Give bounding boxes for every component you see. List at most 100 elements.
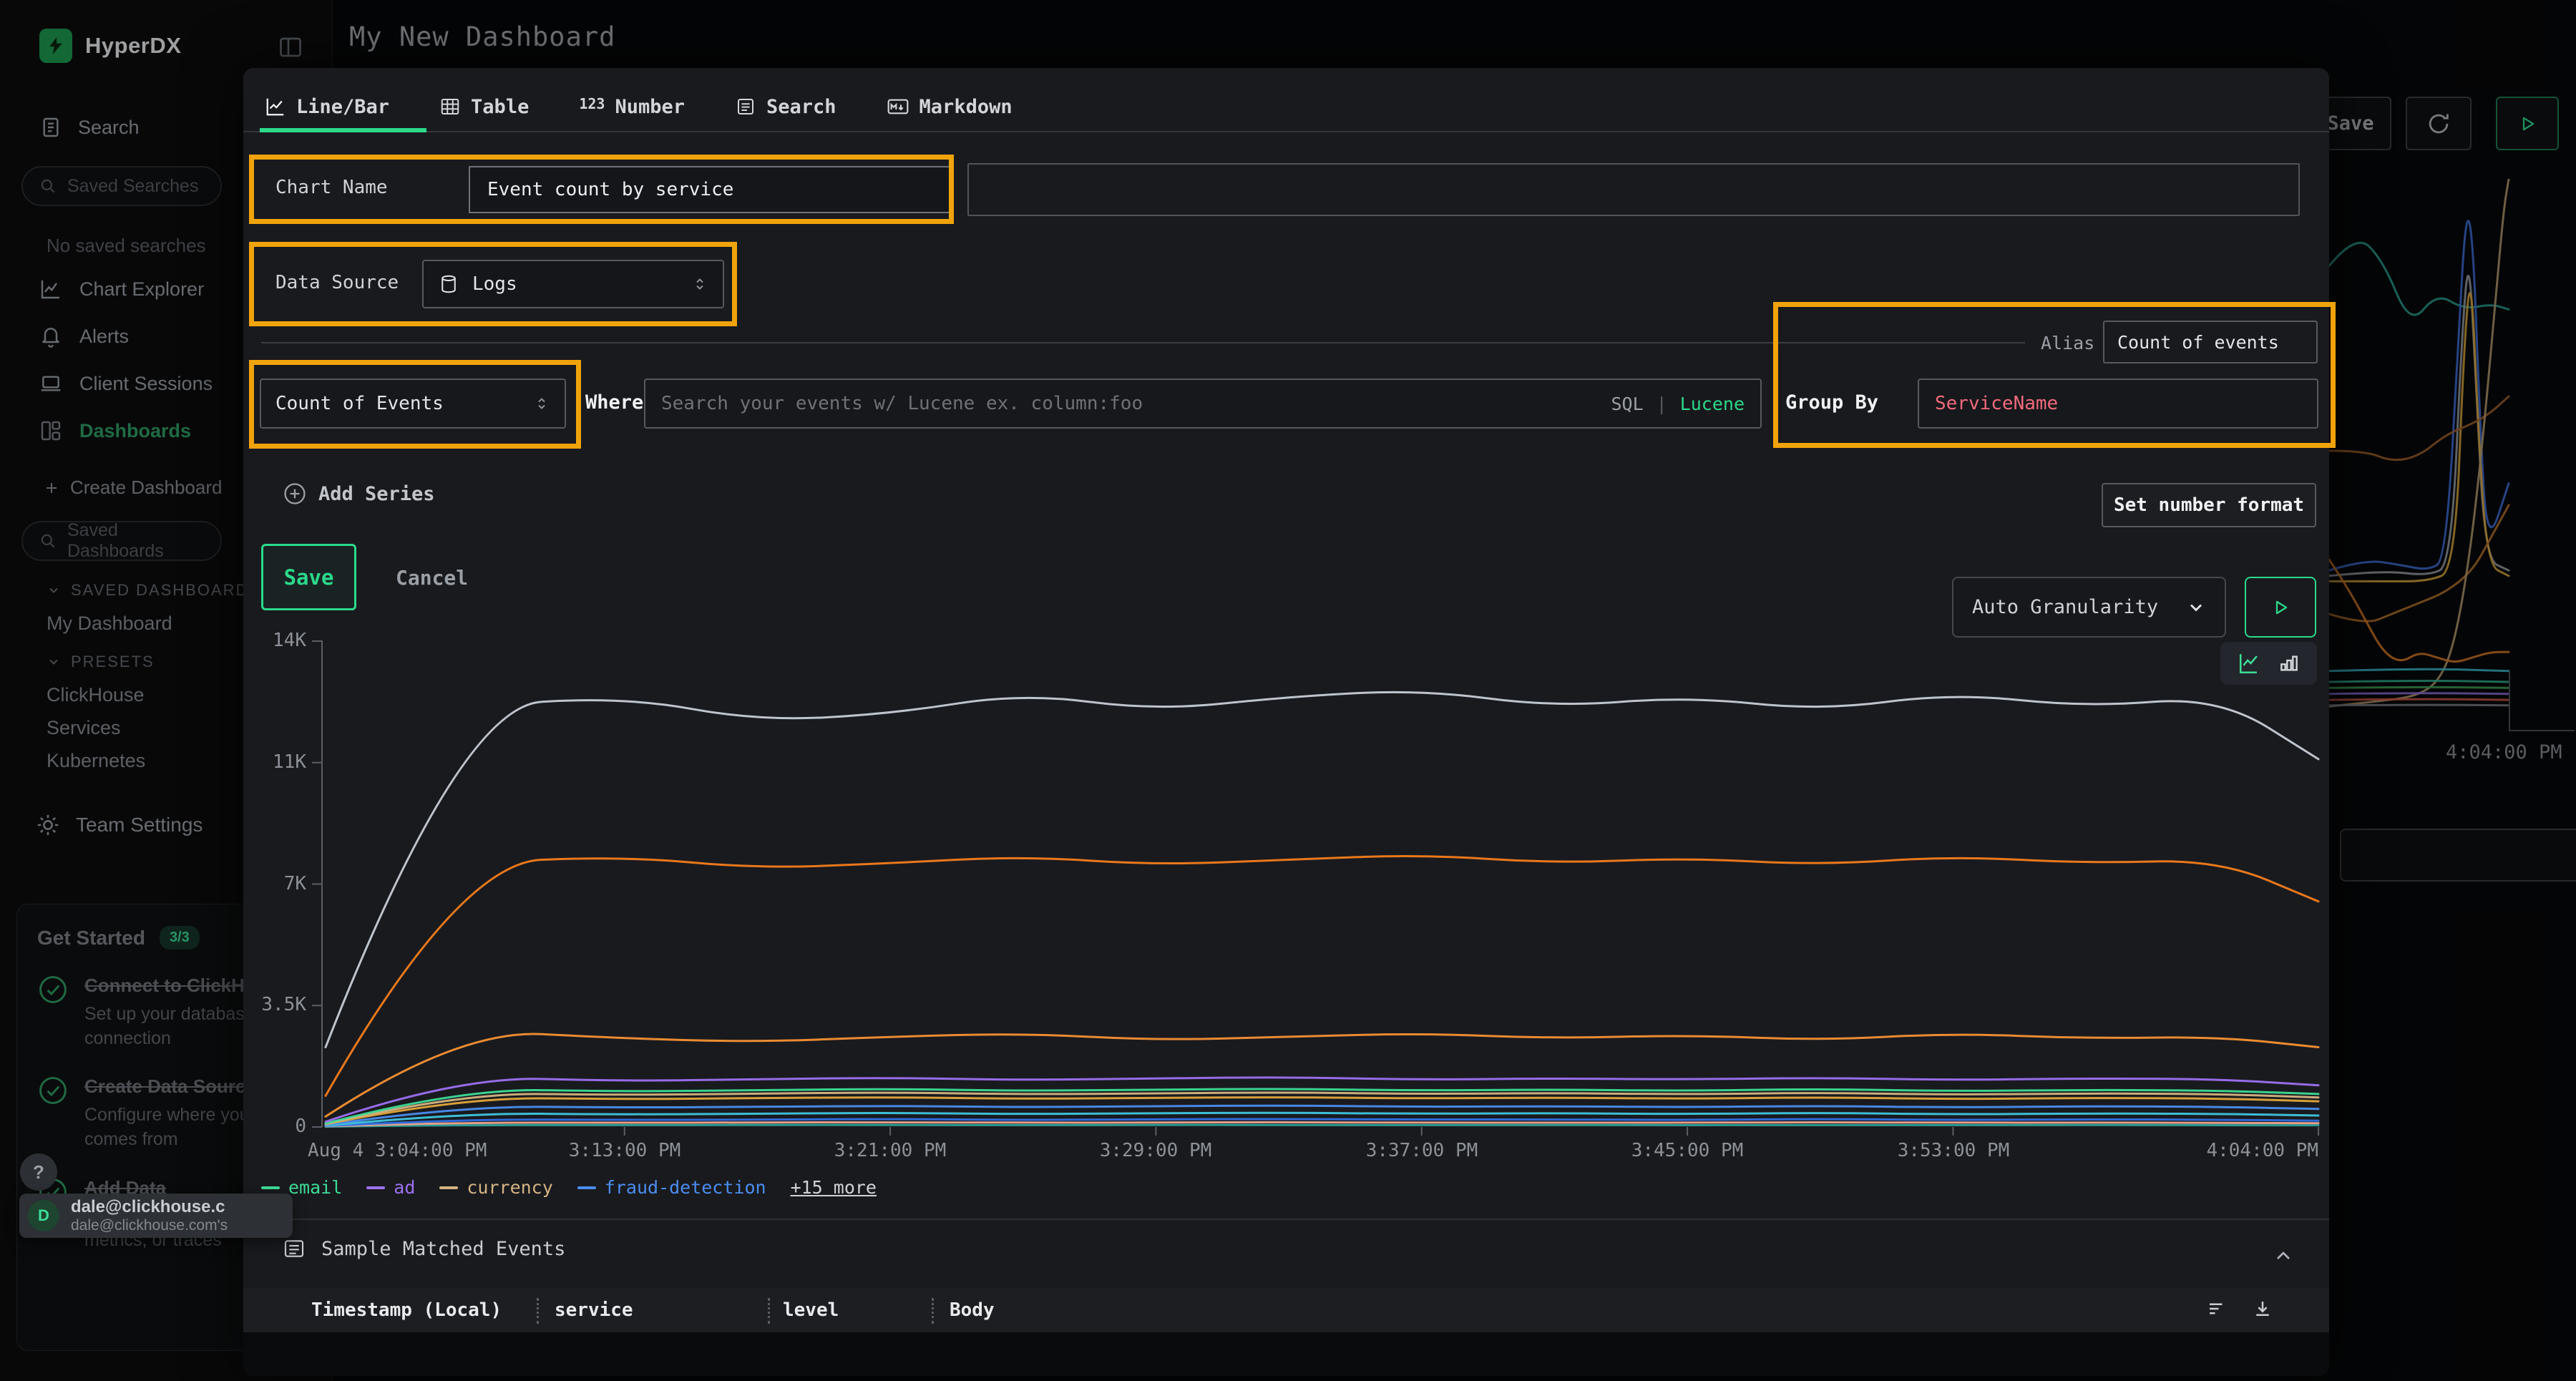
chart-explorer-icon — [39, 278, 62, 301]
user-email-subtitle: dale@clickhouse.com's — [71, 1217, 228, 1234]
no-saved-searches-text: No saved searches — [47, 235, 206, 257]
chart-name-input-extension[interactable] — [967, 163, 2300, 216]
table-icon — [439, 96, 461, 117]
help-button[interactable]: ? — [20, 1153, 57, 1191]
document-list-icon — [735, 96, 756, 117]
sidebar-item-clickhouse[interactable]: ClickHouse — [47, 684, 145, 706]
events-table-body[interactable] — [243, 1332, 2329, 1376]
legend-label: currency — [467, 1177, 552, 1198]
column-header[interactable]: service — [555, 1299, 633, 1321]
set-number-format-button[interactable]: Set number format — [2102, 483, 2316, 527]
laptop-icon — [39, 372, 62, 395]
page-title: My New Dashboard — [349, 21, 615, 52]
lucene-toggle[interactable]: Lucene — [1680, 394, 1745, 414]
x-axis-tick: 3:29:00 PM — [1100, 1140, 1212, 1161]
section-label: SAVED DASHBOARD — [71, 581, 248, 600]
group-by-label: Group By — [1785, 391, 1878, 414]
collapse-sidebar-icon[interactable] — [278, 34, 303, 60]
sidebar-item-search[interactable]: Search — [39, 116, 140, 139]
column-header[interactable]: Body — [950, 1299, 995, 1321]
tab-label: Line/Bar — [296, 96, 389, 118]
column-divider[interactable] — [768, 1298, 770, 1324]
sort-lines-icon[interactable] — [2206, 1298, 2228, 1319]
presets-section-header[interactable]: PRESETS — [47, 653, 155, 671]
legend-dash — [439, 1186, 458, 1189]
legend-label: ad — [394, 1177, 415, 1198]
aggregation-select[interactable]: Count of Events — [260, 379, 566, 429]
legend-item[interactable]: fraud-detection — [577, 1177, 766, 1198]
y-axis-tick: 7K — [243, 873, 306, 894]
plus-icon — [43, 479, 60, 497]
sidebar-item-dashboards[interactable]: Dashboards — [39, 419, 191, 442]
check-circle-icon — [37, 1075, 70, 1151]
sql-toggle[interactable]: SQL — [1611, 394, 1643, 414]
legend-dash — [577, 1186, 596, 1189]
column-header[interactable]: Timestamp (Local) — [311, 1299, 502, 1321]
chevron-down-icon — [47, 583, 61, 597]
bell-icon — [39, 325, 62, 348]
column-divider[interactable] — [537, 1298, 539, 1324]
x-axis-tick: 3:21:00 PM — [834, 1140, 947, 1161]
dashboard-run-button[interactable] — [2496, 97, 2559, 150]
tab-table[interactable]: Table — [439, 96, 529, 118]
sidebar-item-services[interactable]: Services — [47, 717, 121, 739]
tab-search[interactable]: Search — [735, 96, 836, 118]
sample-matched-events-header[interactable]: Sample Matched Events — [283, 1237, 565, 1260]
tab-markdown[interactable]: Markdown — [887, 95, 1013, 118]
add-series-button[interactable]: Add Series — [283, 482, 435, 506]
save-button[interactable]: Save — [261, 544, 356, 610]
create-dashboard-button[interactable]: Create Dashboard — [43, 477, 222, 499]
search-icon — [39, 177, 57, 195]
gear-icon — [36, 813, 60, 837]
refresh-button[interactable] — [2406, 97, 2472, 150]
background-input-box[interactable] — [2340, 829, 2576, 882]
saved-dashboards-placeholder: Saved Dashboards — [67, 520, 205, 562]
create-dashboard-label: Create Dashboard — [70, 477, 222, 499]
group-by-input[interactable]: ServiceName — [1918, 379, 2318, 429]
where-placeholder: Search your events w/ Lucene ex. column:… — [661, 393, 1598, 414]
download-icon[interactable] — [2252, 1298, 2273, 1319]
data-source-select[interactable]: Logs — [422, 260, 724, 308]
sidebar-item-my-dashboard[interactable]: My Dashboard — [47, 613, 172, 635]
legend-more-link[interactable]: +15 more — [791, 1177, 877, 1198]
sidebar-item-alerts[interactable]: Alerts — [39, 325, 129, 348]
timeseries-chart[interactable] — [308, 626, 2333, 1191]
tab-number[interactable]: 123 Number — [579, 96, 685, 118]
column-divider[interactable] — [932, 1298, 934, 1324]
legend-item[interactable]: ad — [366, 1177, 415, 1198]
chevron-up-icon[interactable] — [2272, 1244, 2295, 1267]
tab-line-bar[interactable]: Line/Bar — [265, 96, 389, 118]
sidebar-item-chart-explorer[interactable]: Chart Explorer — [39, 278, 204, 301]
column-header[interactable]: level — [783, 1299, 839, 1321]
chart-name-label: Chart Name — [275, 177, 388, 198]
sidebar-item-label: Dashboards — [79, 420, 191, 442]
y-axis-tick: 14K — [243, 630, 306, 651]
saved-searches-input[interactable]: Saved Searches — [21, 166, 222, 206]
hyperdx-logo-icon — [39, 29, 72, 63]
where-search-input[interactable]: Search your events w/ Lucene ex. column:… — [644, 379, 1762, 429]
alias-input[interactable]: Count of events — [2103, 321, 2318, 363]
sidebar-item-kubernetes[interactable]: Kubernetes — [47, 750, 145, 772]
cancel-button[interactable]: Cancel — [396, 566, 468, 590]
sidebar-item-label: Chart Explorer — [79, 278, 204, 301]
legend-label: fraud-detection — [605, 1177, 766, 1198]
x-axis-tick: 3:37:00 PM — [1366, 1140, 1478, 1161]
get-started-title: Get Started — [37, 927, 145, 950]
legend-item[interactable]: currency — [439, 1177, 552, 1198]
sample-events-title: Sample Matched Events — [321, 1238, 565, 1260]
saved-dashboards-input[interactable]: Saved Dashboards — [21, 521, 222, 561]
legend-label: email — [288, 1177, 342, 1198]
section-label: PRESETS — [71, 653, 155, 671]
user-profile-chip[interactable]: D dale@clickhouse.c dale@clickhouse.com'… — [19, 1194, 293, 1238]
x-axis-tick: 3:45:00 PM — [1631, 1140, 1744, 1161]
chart-name-input[interactable]: Event count by service — [469, 166, 952, 213]
x-axis-tick: 3:53:00 PM — [1898, 1140, 2010, 1161]
saved-dashboard-section-header[interactable]: SAVED DASHBOARD — [47, 581, 248, 600]
background-chart-axis — [2509, 671, 2510, 731]
data-source-label: Data Source — [275, 272, 399, 293]
search-icon — [39, 532, 57, 550]
sidebar-item-team-settings[interactable]: Team Settings — [36, 813, 203, 837]
tab-label: Number — [615, 96, 685, 118]
sidebar-item-client-sessions[interactable]: Client Sessions — [39, 372, 213, 395]
number-123-icon: 123 — [579, 95, 605, 112]
